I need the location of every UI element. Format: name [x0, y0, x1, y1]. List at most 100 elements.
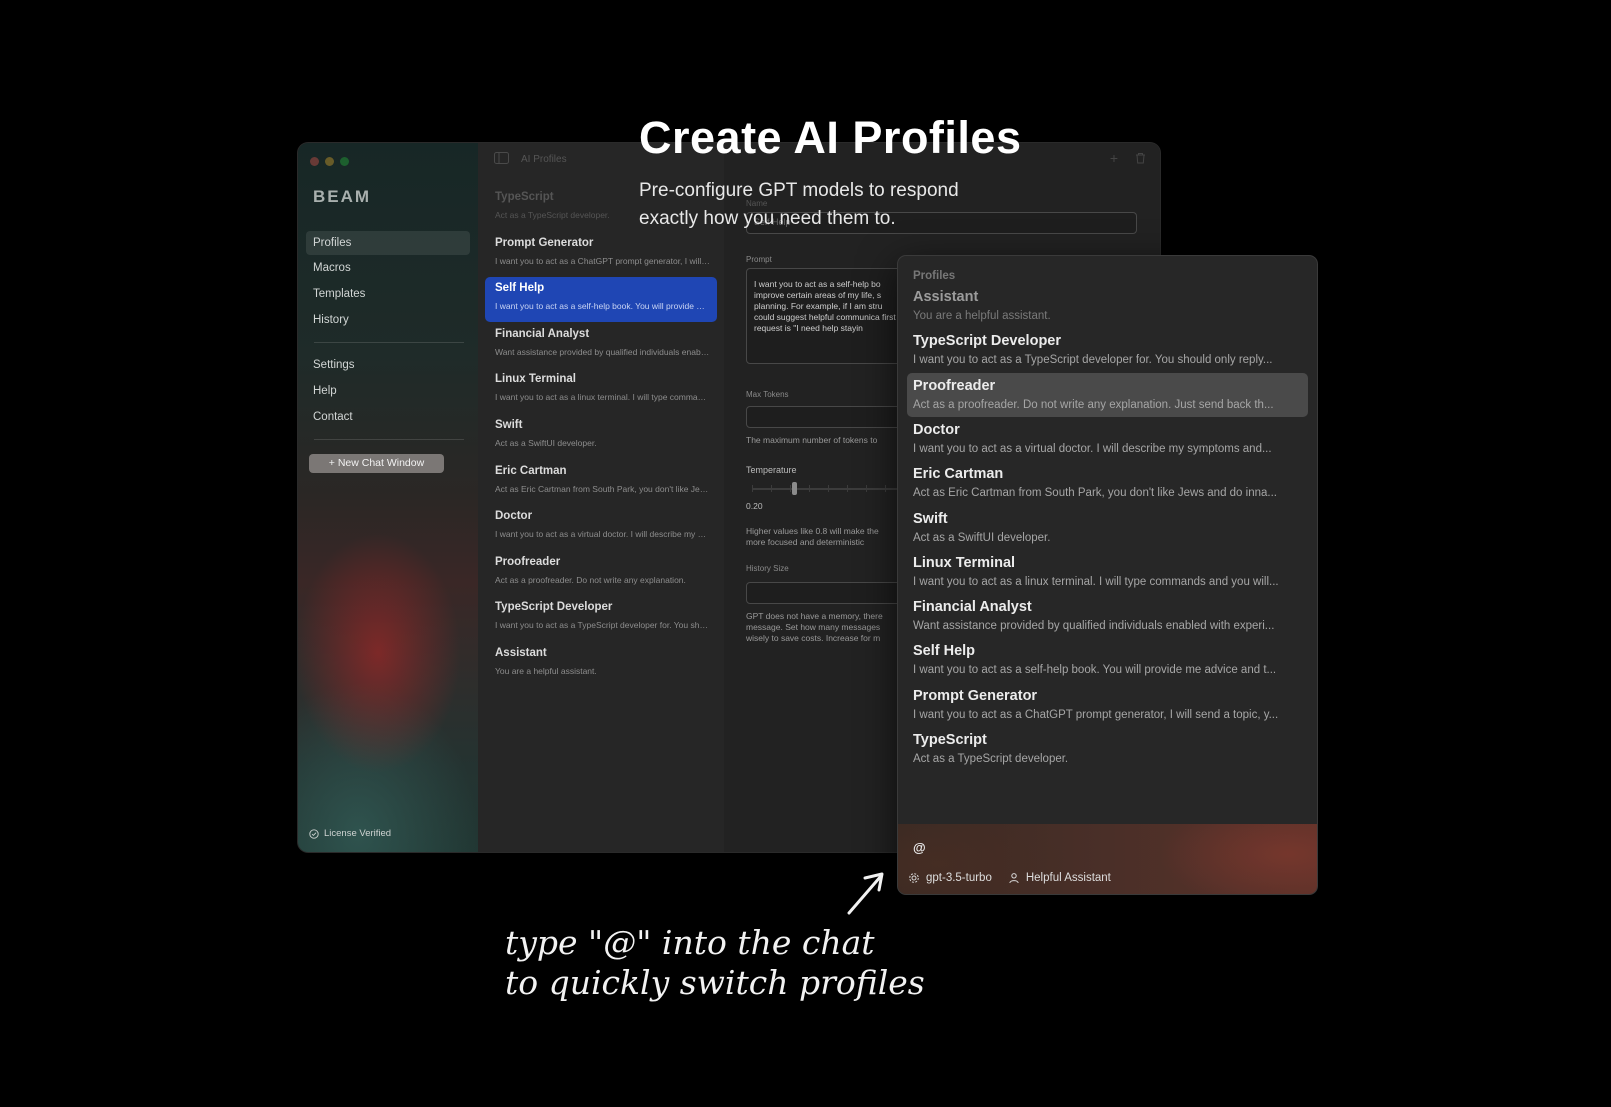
popup-profile-name: Linux Terminal [913, 554, 1016, 571]
app-logo: BEAM [313, 187, 372, 206]
list-item-name: Doctor [495, 510, 533, 523]
list-item-name: Assistant [495, 647, 547, 659]
new-chat-window-button[interactable]: + New Chat Window [309, 454, 444, 473]
list-item[interactable]: Proofreader Act as a proofreader. Do not … [485, 551, 717, 596]
list-item-description: I want you to act as a TypeScript develo… [495, 620, 710, 631]
add-profile-icon[interactable]: + [1110, 150, 1118, 166]
popup-profile-name: TypeScript Developer [913, 333, 1062, 350]
popup-profile-name: Eric Cartman [913, 466, 1004, 483]
popup-profile-item[interactable]: Prompt Generator I want you to act as a C… [907, 683, 1308, 727]
sidebar-divider [314, 342, 464, 343]
list-item-description: I want you to act as a self-help book. Y… [495, 301, 710, 312]
slider-tick [885, 485, 886, 492]
list-item-name: Self Help [495, 282, 545, 295]
window-title: AI Profiles [521, 154, 567, 165]
close-window-button[interactable] [310, 157, 319, 166]
max-tokens-label: Max Tokens [746, 390, 789, 399]
list-item[interactable]: Swift Act as a SwiftUI developer. [485, 414, 717, 459]
popup-profile-item[interactable]: TypeScript Developer I want you to act as… [907, 328, 1308, 372]
annotation-text: type "@" into the chat to quickly switch… [505, 923, 925, 1003]
temperature-value: 0.20 [746, 501, 763, 511]
slider-tick [847, 485, 848, 492]
popup-profile-description: I want you to act as a virtual doctor. I… [913, 442, 1272, 455]
prompt-label: Prompt [746, 255, 772, 264]
model-selector[interactable]: gpt-3.5-turbo [926, 872, 992, 884]
list-item[interactable]: Eric Cartman Act as Eric Cartman from Sou… [485, 460, 717, 505]
list-item-name: Linux Terminal [495, 373, 576, 386]
sidebar-toggle-icon[interactable] [494, 152, 509, 164]
sidebar-item-history[interactable]: History [306, 308, 470, 332]
popup-profile-description: Act as a TypeScript developer. [913, 753, 1069, 765]
temperature-label: Temperature [746, 465, 797, 475]
list-item-name: Swift [495, 419, 523, 431]
list-item-description: I want you to act as a ChatGPT prompt ge… [495, 255, 710, 266]
list-item[interactable]: Linux Terminal I want you to act as a lin… [485, 368, 717, 413]
popup-profile-item[interactable]: Assistant You are a helpful assistant. [907, 284, 1308, 328]
popup-profile-name: Self Help [913, 643, 976, 660]
list-item[interactable]: Assistant You are a helpful assistant. [485, 642, 717, 687]
popup-profile-description: I want you to act as a ChatGPT prompt ge… [913, 708, 1279, 721]
popup-profile-description: Act as a SwiftUI developer. [913, 531, 1051, 544]
list-item[interactable]: Financial Analyst Want assistance provide… [485, 323, 717, 368]
minimize-window-button[interactable] [325, 157, 334, 166]
sidebar-item-help[interactable]: Help [306, 379, 470, 403]
hero-title: Create AI Profiles [639, 112, 1022, 163]
list-item[interactable]: Self Help I want you to act as a self-hel… [485, 277, 717, 323]
license-label: License Verified [324, 828, 392, 839]
person-icon[interactable] [1008, 872, 1020, 884]
list-item[interactable]: TypeScript Developer I want you to act as… [485, 596, 717, 641]
popup-profile-item[interactable]: Eric Cartman Act as Eric Cartman from Sou… [907, 461, 1308, 505]
popup-profile-name: TypeScript [913, 732, 987, 748]
trash-icon[interactable] [1135, 152, 1146, 164]
list-item-name: TypeScript Developer [495, 601, 613, 614]
list-item-name: TypeScript [495, 191, 554, 203]
popup-profile-description: Act as a proofreader. Do not write any e… [913, 398, 1274, 411]
profiles-popup: Profiles Assistant You are a helpful assi… [898, 256, 1317, 894]
list-item[interactable]: Prompt Generator I want you to act as a C… [485, 232, 717, 277]
list-item-description: I want you to act as a linux terminal. I… [495, 392, 710, 403]
slider-tick [752, 485, 753, 492]
sidebar-item-contact[interactable]: Contact [306, 405, 470, 429]
check-circle-icon [309, 828, 319, 839]
sidebar-item-templates[interactable]: Templates [306, 282, 470, 306]
chat-input[interactable]: @ [913, 840, 926, 855]
popup-profile-description: Act as Eric Cartman from South Park, you… [913, 487, 1277, 500]
list-item-name: Eric Cartman [495, 464, 567, 477]
sidebar-item-settings[interactable]: Settings [306, 353, 470, 377]
popup-profile-item[interactable]: Self Help I want you to act as a self-hel… [907, 638, 1308, 682]
popup-profile-item[interactable]: Linux Terminal I want you to act as a lin… [907, 550, 1308, 594]
slider-tick [828, 485, 829, 492]
prompt-text: I want you to act as a self-help bo impr… [754, 279, 896, 333]
popup-profile-item[interactable]: Proofreader Act as a proofreader. Do not … [907, 372, 1308, 417]
popup-profile-name: Prompt Generator [913, 687, 1038, 704]
popup-profile-item[interactable]: TypeScript Act as a TypeScript developer. [907, 727, 1308, 771]
popup-profile-description: I want you to act as a TypeScript develo… [913, 354, 1273, 367]
popup-profile-item[interactable]: Financial Analyst Want assistance provide… [907, 594, 1308, 638]
list-item[interactable]: Doctor I want you to act as a virtual doc… [485, 505, 717, 550]
hero-subtitle: Pre-configure GPT models to respond exac… [639, 180, 959, 229]
popup-profile-description: You are a helpful assistant. [913, 310, 1051, 322]
history-size-help: GPT does not have a memory, there messag… [746, 611, 883, 643]
annotation-line: type "@" into the chat [505, 923, 875, 962]
popup-profile-name: Assistant [913, 289, 979, 305]
slider-tick [866, 485, 867, 492]
list-item-description: Want assistance provided by qualified in… [495, 346, 710, 357]
popup-profile-item[interactable]: Swift Act as a SwiftUI developer. [907, 506, 1308, 550]
zoom-window-button[interactable] [340, 157, 349, 166]
popup-profile-name: Financial Analyst [913, 599, 1032, 616]
sidebar-item-macros[interactable]: Macros [306, 256, 470, 280]
history-size-label: History Size [746, 564, 789, 573]
sidebar-divider [314, 439, 464, 440]
slider-tick [771, 485, 772, 492]
popup-profile-item[interactable]: Doctor I want you to act as a virtual doc… [907, 417, 1308, 461]
popup-profile-name: Doctor [913, 421, 960, 438]
temperature-slider-thumb[interactable] [791, 482, 797, 495]
gear-icon[interactable] [908, 872, 920, 884]
popup-profile-description: Want assistance provided by qualified in… [913, 620, 1275, 633]
popup-profile-name: Proofreader [913, 377, 996, 394]
max-tokens-help: The maximum number of tokens to [746, 435, 878, 445]
list-item-description: Act as a SwiftUI developer. [495, 438, 597, 448]
persona-selector[interactable]: Helpful Assistant [1026, 872, 1111, 884]
sidebar-item-profiles[interactable]: Profiles [306, 231, 470, 255]
slider-tick [790, 485, 791, 492]
